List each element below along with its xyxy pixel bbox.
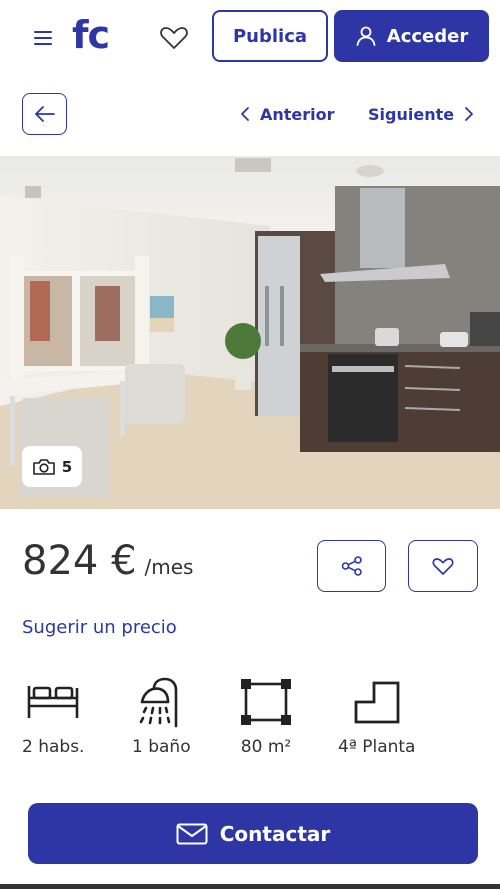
next-label: Siguiente [368,104,455,124]
heart-icon [432,557,454,575]
feature-baths: 1 baño [132,676,191,757]
chevron-right-icon [465,107,473,121]
contact-label: Contactar [219,821,331,846]
site-logo[interactable]: fc [72,10,110,60]
baths-label: 1 baño [132,737,191,757]
menu-icon[interactable] [30,26,58,50]
contact-button[interactable]: Contactar [28,803,478,864]
suggest-price-link[interactable]: Sugerir un precio [22,617,177,638]
favorite-button[interactable] [408,540,478,592]
next-link[interactable]: Siguiente [368,102,474,126]
previous-label: Anterior [260,104,335,124]
login-button[interactable]: Acceder [334,10,489,62]
rooms-label: 2 habs. [22,737,85,757]
mail-icon [176,823,208,844]
price-block: 824 € /mes [22,538,193,584]
floor-label: 4ª Planta [338,737,416,757]
publish-button[interactable]: Publica [212,10,328,62]
bed-icon [25,676,81,728]
login-label: Acceder [386,25,469,47]
feature-area: 80 m² [240,676,292,757]
price-unit: /mes [144,555,194,579]
feature-floor: 4ª Planta [338,676,415,757]
favorites-heart-icon[interactable] [158,24,190,52]
share-button[interactable] [317,540,386,592]
area-icon [240,676,292,728]
shower-icon [136,676,186,728]
stairs-icon [352,676,402,728]
top-header: fc Publica Acceder [0,0,500,72]
bottom-edge-bar [0,884,500,889]
photo-count: 5 [61,457,73,476]
arrow-left-icon [34,106,55,122]
user-icon [356,26,376,46]
feature-rooms: 2 habs. [22,676,84,757]
price-value: 824 € [22,538,137,584]
chevron-left-icon [241,107,249,121]
camera-icon [32,458,55,475]
area-label: 80 m² [240,737,292,757]
share-icon [341,556,362,576]
previous-link[interactable]: Anterior [240,102,335,126]
photo-count-badge[interactable]: 5 [22,446,82,487]
back-button[interactable] [22,93,67,135]
